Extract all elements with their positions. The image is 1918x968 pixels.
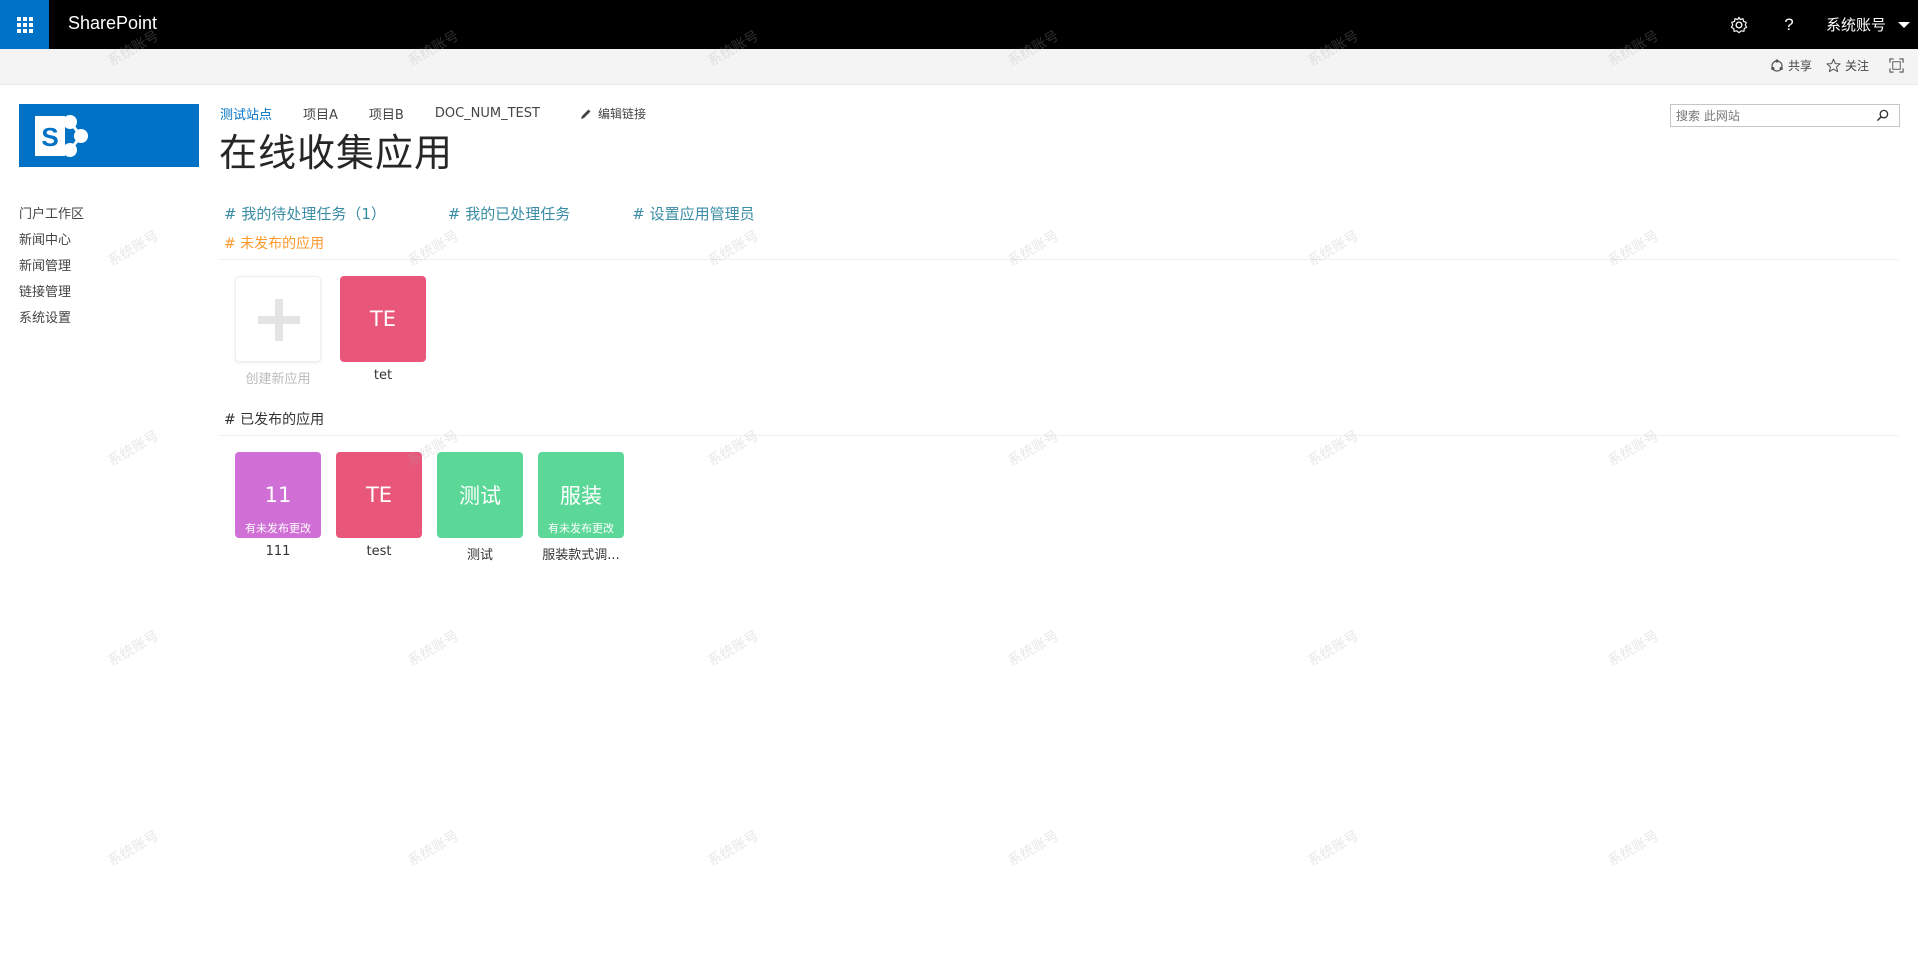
app-name[interactable]: 服装款式调... [538, 544, 624, 563]
watermark-text: 系统账号 [405, 627, 462, 670]
app-name[interactable]: test [336, 544, 422, 559]
follow-label: 关注 [1844, 59, 1869, 73]
task-links: # 我的待处理任务（1） # 我的已处理任务 # 设置应用管理员 [224, 203, 755, 224]
watermark-text: 系统账号 [1305, 627, 1362, 670]
leftnav-item-link-admin[interactable]: 链接管理 [19, 283, 84, 309]
unpublished-apps-heading[interactable]: # 未发布的应用 [224, 233, 324, 253]
divider [219, 435, 1899, 436]
app-icon[interactable]: 测试 [437, 452, 523, 538]
app-tile[interactable]: 测试 测试 [437, 452, 523, 563]
unpublished-changes-badge: 有未发布更改 [245, 522, 311, 535]
help-icon[interactable]: ? [1764, 0, 1814, 49]
page-title: 在线收集应用 [219, 131, 454, 175]
watermark-text: 系统账号 [1605, 827, 1662, 870]
watermark-text: 系统账号 [1605, 227, 1662, 270]
edit-links-button[interactable]: 编辑链接 [580, 105, 646, 122]
done-tasks-link[interactable]: # 我的已处理任务 [448, 203, 570, 224]
ribbon-bar: 共享 关注 [0, 49, 1918, 85]
brand-name[interactable]: SharePoint [68, 13, 157, 34]
watermark-text: 系统账号 [705, 627, 762, 670]
app-tile[interactable]: TE tet [340, 276, 426, 383]
watermark-text: 系统账号 [1305, 427, 1362, 470]
waffle-icon[interactable] [0, 0, 49, 49]
watermark-text: 系统账号 [1605, 427, 1662, 470]
svg-text:S: S [41, 122, 58, 152]
leftnav-item-news-center[interactable]: 新闻中心 [19, 231, 84, 257]
site-search-box [1670, 104, 1900, 127]
app-icon[interactable]: TE [340, 276, 426, 362]
suite-bar: SharePoint ? 系统账号 [0, 0, 1918, 49]
app-tile[interactable]: 11 有未发布更改 111 [235, 452, 321, 559]
user-menu[interactable]: 系统账号 [1814, 14, 1918, 35]
share-button[interactable]: 共享 [1770, 57, 1812, 74]
search-icon[interactable] [1871, 105, 1893, 126]
app-abbr: TE [365, 483, 393, 507]
app-icon[interactable]: 服装 有未发布更改 [538, 452, 624, 538]
app-abbr: 服装 [560, 484, 602, 508]
app-name[interactable]: 测试 [437, 544, 523, 563]
focus-mode-button[interactable] [1889, 58, 1908, 73]
follow-button[interactable]: 关注 [1826, 57, 1869, 74]
top-navigation: 测试站点 项目A 项目B DOC_NUM_TEST 编辑链接 [220, 104, 646, 123]
star-icon [1826, 58, 1841, 73]
add-app-button[interactable] [235, 276, 321, 362]
divider [219, 259, 1899, 260]
gear-icon[interactable] [1714, 0, 1764, 49]
topnav-item-project-a[interactable]: 项目A [303, 104, 338, 123]
watermark-text: 系统账号 [405, 227, 462, 270]
watermark-text: 系统账号 [1005, 227, 1062, 270]
user-name: 系统账号 [1825, 16, 1886, 34]
set-admin-link[interactable]: # 设置应用管理员 [632, 203, 754, 224]
topnav-item-project-b[interactable]: 项目B [369, 104, 404, 123]
leftnav-item-portal[interactable]: 门户工作区 [19, 205, 84, 231]
topnav-item-doc-num-test[interactable]: DOC_NUM_TEST [435, 106, 540, 121]
watermark-text: 系统账号 [105, 227, 162, 270]
chevron-down-icon [1898, 21, 1910, 28]
edit-links-label: 编辑链接 [597, 107, 646, 121]
app-name[interactable]: tet [340, 368, 426, 383]
new-app-label: 创建新应用 [245, 372, 311, 387]
help-glyph: ? [1784, 14, 1794, 34]
published-apps-heading: # 已发布的应用 [224, 412, 325, 428]
app-tile[interactable]: TE test [336, 452, 422, 559]
leftnav-item-news-admin[interactable]: 新闻管理 [19, 257, 84, 283]
watermark-text: 系统账号 [1605, 627, 1662, 670]
new-app-tile[interactable]: 创建新应用 [235, 276, 321, 387]
watermark-text: 系统账号 [1005, 827, 1062, 870]
watermark-text: 系统账号 [705, 827, 762, 870]
share-label: 共享 [1787, 59, 1812, 73]
sharepoint-logo-icon: S [35, 114, 88, 157]
search-input[interactable] [1671, 105, 1871, 126]
watermark-text: 系统账号 [105, 427, 162, 470]
app-abbr: 11 [264, 483, 292, 507]
site-logo[interactable]: S [19, 104, 199, 167]
share-icon [1771, 58, 1783, 72]
app-abbr: TE [369, 307, 397, 331]
pencil-icon [580, 109, 591, 119]
watermark-text: 系统账号 [1305, 827, 1362, 870]
watermark-text: 系统账号 [105, 827, 162, 870]
watermark-text: 系统账号 [1005, 427, 1062, 470]
app-abbr: 测试 [459, 484, 501, 508]
watermark-text: 系统账号 [405, 827, 462, 870]
watermark-text: 系统账号 [1005, 627, 1062, 670]
app-icon[interactable]: TE [336, 452, 422, 538]
app-name[interactable]: 111 [235, 544, 321, 559]
unpublished-changes-badge: 有未发布更改 [548, 522, 614, 535]
app-icon[interactable]: 11 有未发布更改 [235, 452, 321, 538]
watermark-text: 系统账号 [705, 427, 762, 470]
topnav-item-test-site[interactable]: 测试站点 [220, 104, 272, 123]
watermark-text: 系统账号 [105, 627, 162, 670]
leftnav-item-system-settings[interactable]: 系统设置 [19, 309, 84, 335]
pending-tasks-link[interactable]: # 我的待处理任务（1） [224, 203, 386, 224]
watermark-text: 系统账号 [705, 227, 762, 270]
watermark-text: 系统账号 [1305, 227, 1362, 270]
fullscreen-icon [1889, 58, 1904, 73]
left-navigation: 门户工作区 新闻中心 新闻管理 链接管理 系统设置 [19, 205, 84, 335]
app-tile[interactable]: 服装 有未发布更改 服装款式调... [538, 452, 624, 563]
